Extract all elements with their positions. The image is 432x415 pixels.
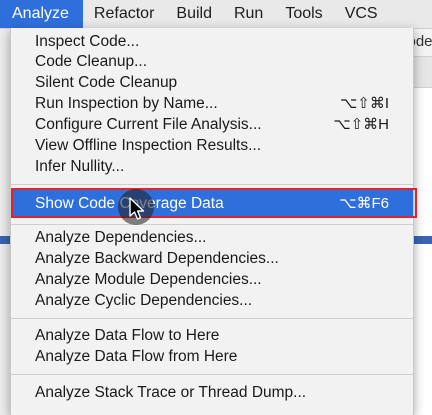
menu-item-label: Analyze Data Flow from Here: [35, 348, 238, 365]
editor-tab[interactable]: code: [412, 28, 432, 57]
menu-analyze[interactable]: Analyze: [0, 0, 83, 28]
menu-item-analyze-data-flow-to-here[interactable]: Analyze Data Flow to Here: [11, 326, 413, 346]
menu-item-label: Analyze Data Flow to Here: [35, 327, 220, 344]
menu-item-show-code-coverage-data[interactable]: Show Code Coverage Data ⌥⌘F6: [11, 190, 413, 217]
menu-item-view-offline-inspection-results[interactable]: View Offline Inspection Results...: [11, 136, 413, 156]
mouse-pointer-icon: [129, 197, 145, 220]
menu-item-inspect-code[interactable]: Inspect Code...: [11, 32, 413, 52]
menu-item-label: View Offline Inspection Results...: [35, 137, 262, 154]
menu-item-silent-code-cleanup[interactable]: Silent Code Cleanup: [11, 73, 413, 93]
menu-tools[interactable]: Tools: [274, 0, 333, 28]
menu-separator: [11, 184, 413, 185]
menu-item-label: Silent Code Cleanup: [35, 74, 178, 91]
menu-build[interactable]: Build: [165, 0, 223, 28]
menu-item-label: Analyze Backward Dependencies...: [35, 250, 279, 267]
menu-item-label: Analyze Module Dependencies...: [35, 271, 262, 288]
menu-bar: Analyze Refactor Build Run Tools VCS: [0, 0, 432, 29]
menu-item-infer-nullity[interactable]: Infer Nullity...: [11, 157, 413, 177]
menu-item-analyze-backward-dependencies[interactable]: Analyze Backward Dependencies...: [11, 249, 413, 269]
menu-item-analyze-cyclic-dependencies[interactable]: Analyze Cyclic Dependencies...: [11, 291, 413, 311]
menu-item-analyze-stack-trace[interactable]: Analyze Stack Trace or Thread Dump...: [11, 383, 413, 403]
menu-vcs[interactable]: VCS: [334, 0, 389, 28]
menu-refactor[interactable]: Refactor: [83, 0, 165, 28]
editor-tab-label: code: [412, 33, 432, 50]
menu-item-label: Run Inspection by Name...: [35, 95, 218, 112]
menu-item-label: Analyze Cyclic Dependencies...: [35, 292, 253, 309]
menu-item-code-cleanup[interactable]: Code Cleanup...: [11, 52, 413, 72]
menu-run[interactable]: Run: [223, 0, 274, 28]
menu-item-analyze-data-flow-from-here[interactable]: Analyze Data Flow from Here: [11, 347, 413, 367]
menu-item-label: Analyze Stack Trace or Thread Dump...: [35, 384, 307, 401]
menu-item-shortcut: ⌥⇧⌘H: [333, 116, 389, 133]
menu-item-shortcut: ⌥⌘F6: [339, 195, 389, 212]
analyze-dropdown-menu: Inspect Code... Code Cleanup... Silent C…: [10, 28, 414, 415]
menu-item-configure-current-file-analysis[interactable]: Configure Current File Analysis... ⌥⇧⌘H: [11, 115, 413, 135]
menu-separator: [11, 224, 413, 225]
menu-item-label: Inspect Code...: [35, 33, 140, 50]
menu-item-analyze-dependencies[interactable]: Analyze Dependencies...: [11, 228, 413, 248]
menu-item-label: Configure Current File Analysis...: [35, 116, 262, 133]
menu-item-shortcut: ⌥⇧⌘I: [339, 95, 389, 112]
menu-item-run-inspection-by-name[interactable]: Run Inspection by Name... ⌥⇧⌘I: [11, 94, 413, 114]
menu-item-label: Analyze Dependencies...: [35, 229, 207, 246]
menu-item-label: Code Cleanup...: [35, 53, 148, 70]
menu-item-analyze-module-dependencies[interactable]: Analyze Module Dependencies...: [11, 270, 413, 290]
menu-item-label: Infer Nullity...: [35, 158, 125, 175]
menu-separator: [11, 374, 413, 375]
editor-toolbar-row: [412, 57, 432, 88]
menu-separator: [11, 318, 413, 319]
